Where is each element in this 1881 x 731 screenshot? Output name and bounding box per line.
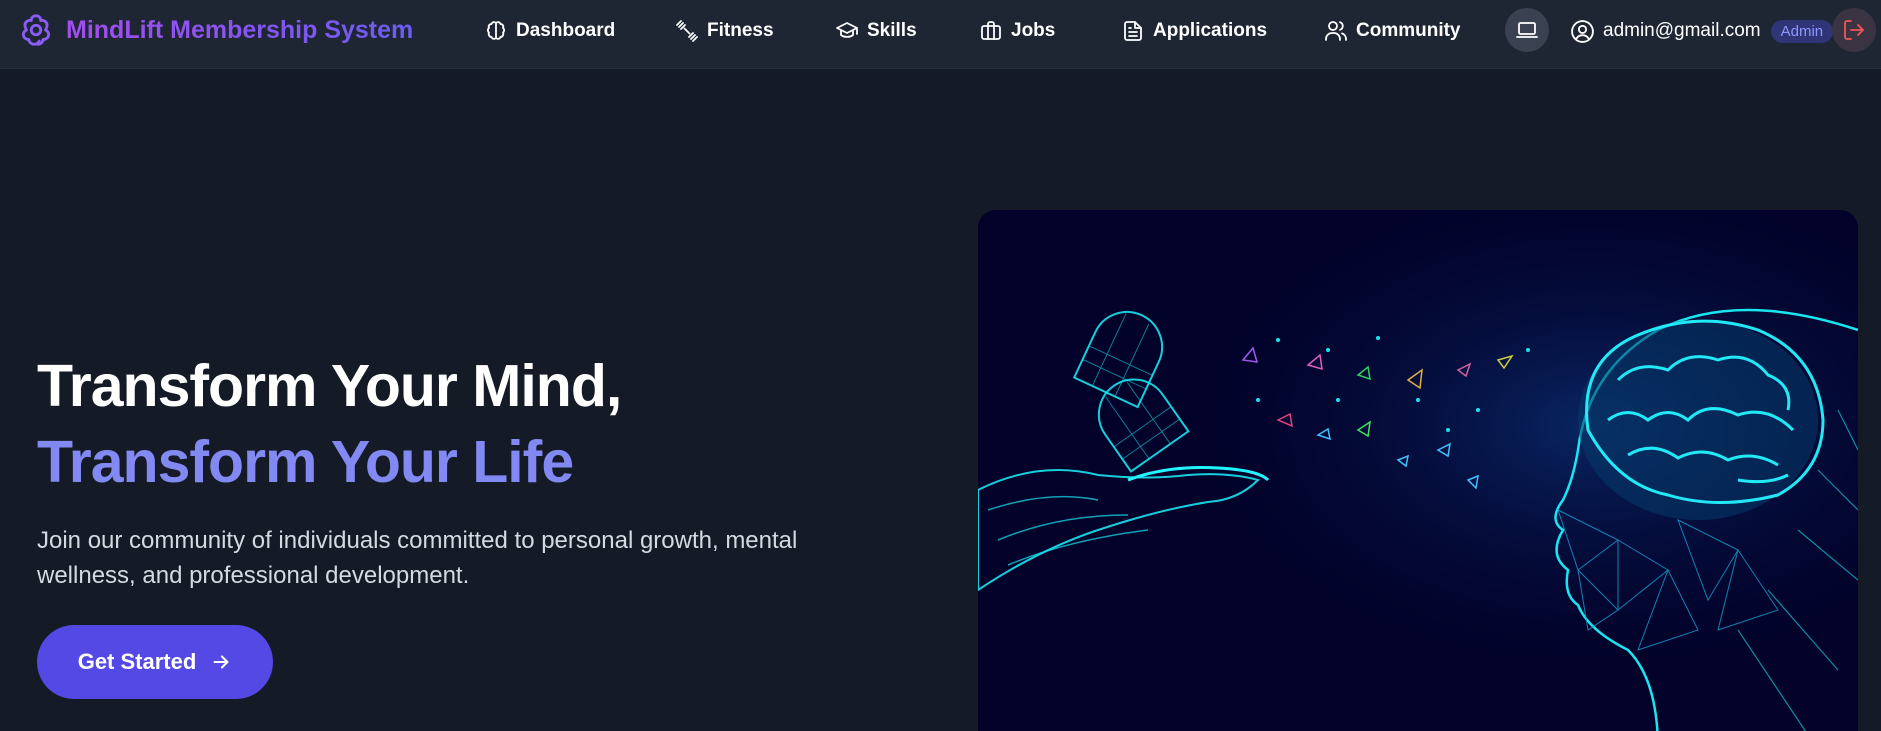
nav-item-fitness[interactable]: Fitness [675,14,774,48]
dumbbell-icon [676,20,698,42]
nav-label-jobs: Jobs [1011,20,1056,41]
nav-item-skills[interactable]: Skills [835,14,917,48]
arrow-right-icon [213,655,229,669]
document-icon [1124,21,1142,41]
hero-title-line2: Transform Your Life [37,429,574,495]
top-navbar: MindLift Membership System Dashboard Fit… [0,0,1881,69]
brain-illustration [978,210,1858,731]
nav-label-fitness: Fitness [707,20,774,41]
hero-title-line1: Transform Your Mind, [37,353,622,419]
brand[interactable]: MindLift Membership System [16,10,413,50]
logout-button[interactable] [1832,8,1876,52]
nav-label-applications: Applications [1153,20,1268,41]
logout-icon [1844,20,1864,40]
user-menu[interactable]: admin@gmail.com Admin [1570,14,1834,48]
brain-icon [486,21,506,40]
graduation-cap-icon [836,22,858,38]
nav-item-jobs[interactable]: Jobs [979,14,1055,48]
brain-icon [16,10,56,50]
get-started-button[interactable]: Get Started [37,625,273,699]
hero-subtitle: Join our community of individuals commit… [37,527,798,589]
get-started-label: Get Started [77,649,197,674]
hero-illustration [978,210,1858,731]
nav-label-dashboard: Dashboard [516,20,616,41]
users-icon [1325,21,1347,41]
user-email: admin@gmail.com [1603,20,1761,41]
nav-item-dashboard[interactable]: Dashboard [484,14,615,48]
hero-title: Transform Your Mind, Transform Your Life [37,348,622,500]
nav-label-skills: Skills [867,20,917,41]
user-circle-icon [1571,19,1594,43]
briefcase-icon [981,21,1001,40]
role-badge: Admin [1770,19,1834,43]
nav-item-community[interactable]: Community [1324,14,1461,48]
nav-item-applications[interactable]: Applications [1121,14,1267,48]
brand-name: MindLift Membership System [66,15,414,44]
nav-label-community: Community [1356,20,1461,41]
device-toggle-button[interactable] [1505,8,1549,52]
laptop-icon [1516,22,1538,38]
